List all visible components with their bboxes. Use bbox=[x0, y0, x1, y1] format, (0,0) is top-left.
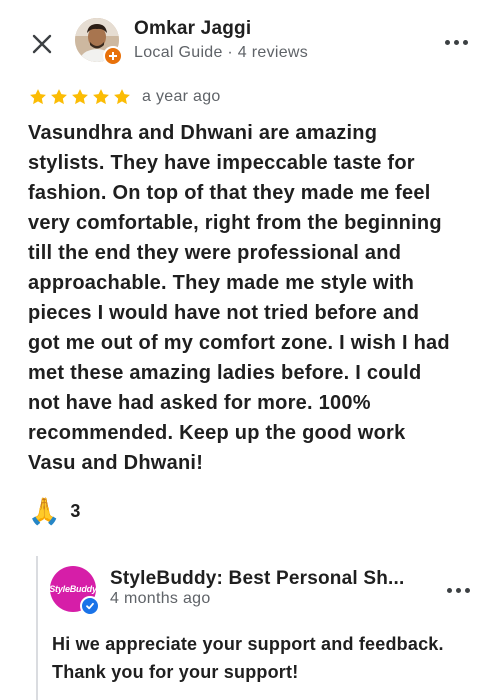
review-header: Omkar Jaggi Local Guide · 4 reviews bbox=[0, 0, 500, 84]
owner-response: StyleBuddy StyleBuddy: Best Personal Sh.… bbox=[36, 556, 500, 700]
close-button[interactable] bbox=[28, 30, 56, 58]
verified-check-icon bbox=[80, 596, 100, 616]
business-name[interactable]: StyleBuddy: Best Personal Sh... bbox=[110, 568, 404, 590]
star-icon bbox=[114, 89, 130, 105]
response-more-button[interactable] bbox=[444, 580, 472, 600]
star-icon bbox=[72, 89, 88, 105]
star-icon bbox=[51, 89, 67, 105]
rating-row: a year ago bbox=[28, 86, 221, 108]
reviewer-name[interactable]: Omkar Jaggi bbox=[134, 18, 251, 40]
review-text: Vasundhra and Dhwani are amazing stylist… bbox=[28, 122, 450, 474]
response-text: Hi we appreciate your support and feedba… bbox=[52, 634, 444, 682]
business-logo-text: StyleBuddy bbox=[50, 584, 96, 594]
folded-hands-icon: 🙏 bbox=[28, 496, 61, 526]
star-rating bbox=[28, 87, 132, 107]
star-icon bbox=[30, 89, 46, 105]
local-guide-badge-icon bbox=[103, 46, 123, 66]
more-horizontal-icon bbox=[444, 39, 450, 45]
close-icon bbox=[32, 34, 52, 54]
review-more-button[interactable] bbox=[442, 32, 470, 52]
reaction-button[interactable]: 🙏 3 bbox=[28, 495, 80, 527]
reaction-count: 3 bbox=[70, 500, 81, 521]
response-time: 4 months ago bbox=[110, 590, 211, 607]
reviewer-meta: Local Guide · 4 reviews bbox=[134, 44, 309, 61]
review-detail-screen: Omkar Jaggi Local Guide · 4 reviews a ye… bbox=[0, 0, 500, 700]
review-time: a year ago bbox=[142, 88, 221, 105]
more-horizontal-icon bbox=[446, 587, 452, 593]
business-avatar-wrap[interactable]: StyleBuddy bbox=[50, 566, 102, 618]
reviewer-avatar-wrap[interactable] bbox=[75, 18, 123, 66]
star-icon bbox=[93, 89, 109, 105]
